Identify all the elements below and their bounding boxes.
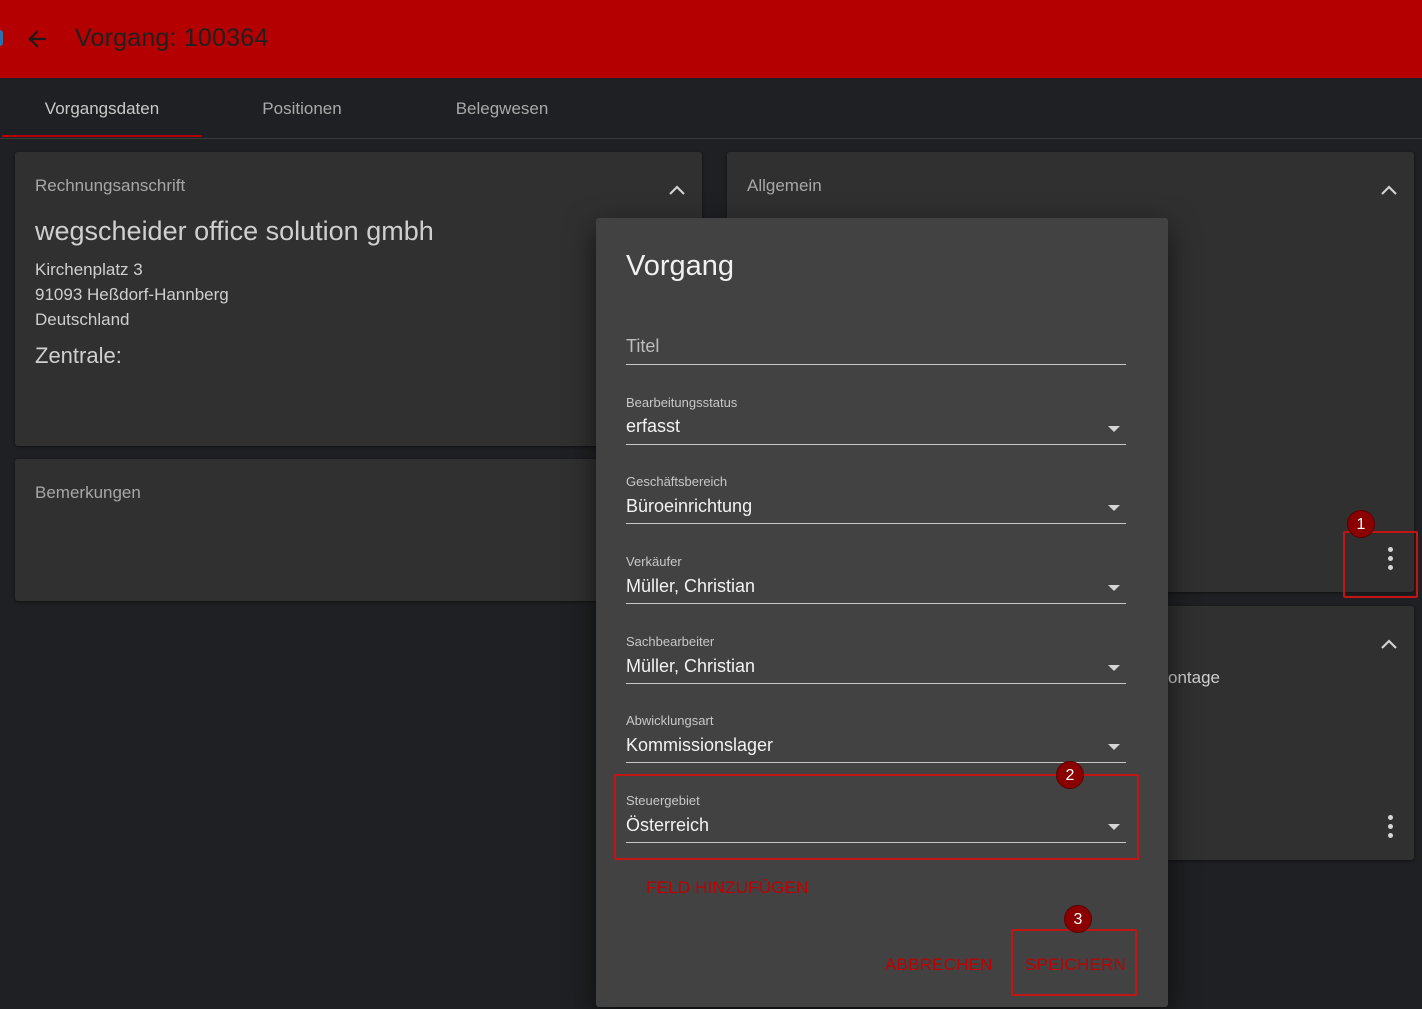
tab-vorgangsdaten[interactable]: Vorgangsdaten	[2, 78, 202, 139]
field-underline	[626, 762, 1126, 763]
tab-belegwesen[interactable]: Belegwesen	[402, 78, 602, 139]
tab-bar: Vorgangsdaten Positionen Belegwesen	[0, 78, 1422, 139]
field-label: Verkäufer	[626, 554, 682, 569]
more-vert-icon[interactable]	[1385, 815, 1395, 841]
vorgang-dialog: Vorgang Titel Bearbeitungsstatus erfasst…	[596, 218, 1168, 1007]
title-placeholder: Titel	[626, 336, 660, 356]
cancel-button[interactable]: ABBRECHEN	[885, 955, 993, 975]
field-label: Bearbeitungsstatus	[626, 395, 738, 410]
page-title: Vorgang: 100364	[75, 24, 269, 52]
chevron-up-icon[interactable]	[1380, 638, 1398, 650]
geschaeftsbereich-select[interactable]: Geschäftsbereich Büroeinrichtung	[626, 474, 1126, 524]
field-underline	[626, 444, 1126, 445]
card-title: Bemerkungen	[35, 483, 141, 502]
callout-badge: 3	[1064, 905, 1092, 933]
tab-positionen[interactable]: Positionen	[202, 78, 402, 139]
field-label: Geschäftsbereich	[626, 474, 728, 489]
dropdown-arrow-icon	[1108, 665, 1120, 671]
abwicklungsart-select[interactable]: Abwicklungsart Kommissionslager	[626, 713, 1126, 763]
callout-badge: 2	[1056, 761, 1084, 789]
company-name: wegscheider office solution gmbh	[35, 216, 434, 246]
chevron-up-icon[interactable]	[668, 184, 686, 196]
field-label: Abwicklungsart	[626, 713, 714, 728]
bearbeitungsstatus-select[interactable]: Bearbeitungsstatus erfasst	[626, 395, 1126, 445]
active-tab-indicator	[2, 135, 202, 137]
address-line: Kirchenplatz 3	[35, 260, 143, 279]
field-value: Müller, Christian	[626, 656, 756, 676]
address-line: Deutschland	[35, 310, 130, 329]
add-field-button[interactable]: FELD HINZUFÜGEN	[646, 878, 809, 898]
chevron-up-icon[interactable]	[1380, 184, 1398, 196]
card-title: Rechnungsanschrift	[35, 176, 186, 195]
dropdown-arrow-icon	[1108, 426, 1120, 432]
field-underline	[626, 523, 1126, 524]
dropdown-arrow-icon	[1108, 505, 1120, 511]
field-underline	[626, 364, 1126, 365]
sachbearbeiter-select[interactable]: Sachbearbeiter Müller, Christian	[626, 634, 1126, 684]
callout-badge: 1	[1347, 510, 1375, 538]
verkaeufer-select[interactable]: Verkäufer Müller, Christian	[626, 554, 1126, 604]
dropdown-arrow-icon	[1108, 744, 1120, 750]
callout-highlight	[614, 774, 1139, 860]
callout-highlight	[1343, 531, 1418, 598]
field-underline	[626, 603, 1126, 604]
zentrale-label: Zentrale:	[35, 343, 122, 368]
arrow-left-icon[interactable]	[24, 26, 50, 52]
app-header: Vorgang: 100364	[0, 0, 1422, 78]
dropdown-arrow-icon	[1108, 585, 1120, 591]
field-value: erfasst	[626, 416, 681, 436]
dialog-title: Vorgang	[626, 250, 735, 282]
field-underline	[626, 683, 1126, 684]
callout-highlight	[1011, 929, 1137, 996]
title-field[interactable]: Titel	[626, 336, 1126, 366]
field-value: Müller, Christian	[626, 576, 756, 596]
field-value: Kommissionslager	[626, 735, 774, 755]
card-title: Allgemein	[747, 176, 822, 195]
field-label: Sachbearbeiter	[626, 634, 715, 649]
address-line: 91093 Heßdorf-Hannberg	[35, 285, 229, 304]
partial-text: ontage	[1168, 668, 1220, 687]
field-value: Büroeinrichtung	[626, 496, 753, 516]
sidebar-edge-indicator	[0, 30, 3, 46]
